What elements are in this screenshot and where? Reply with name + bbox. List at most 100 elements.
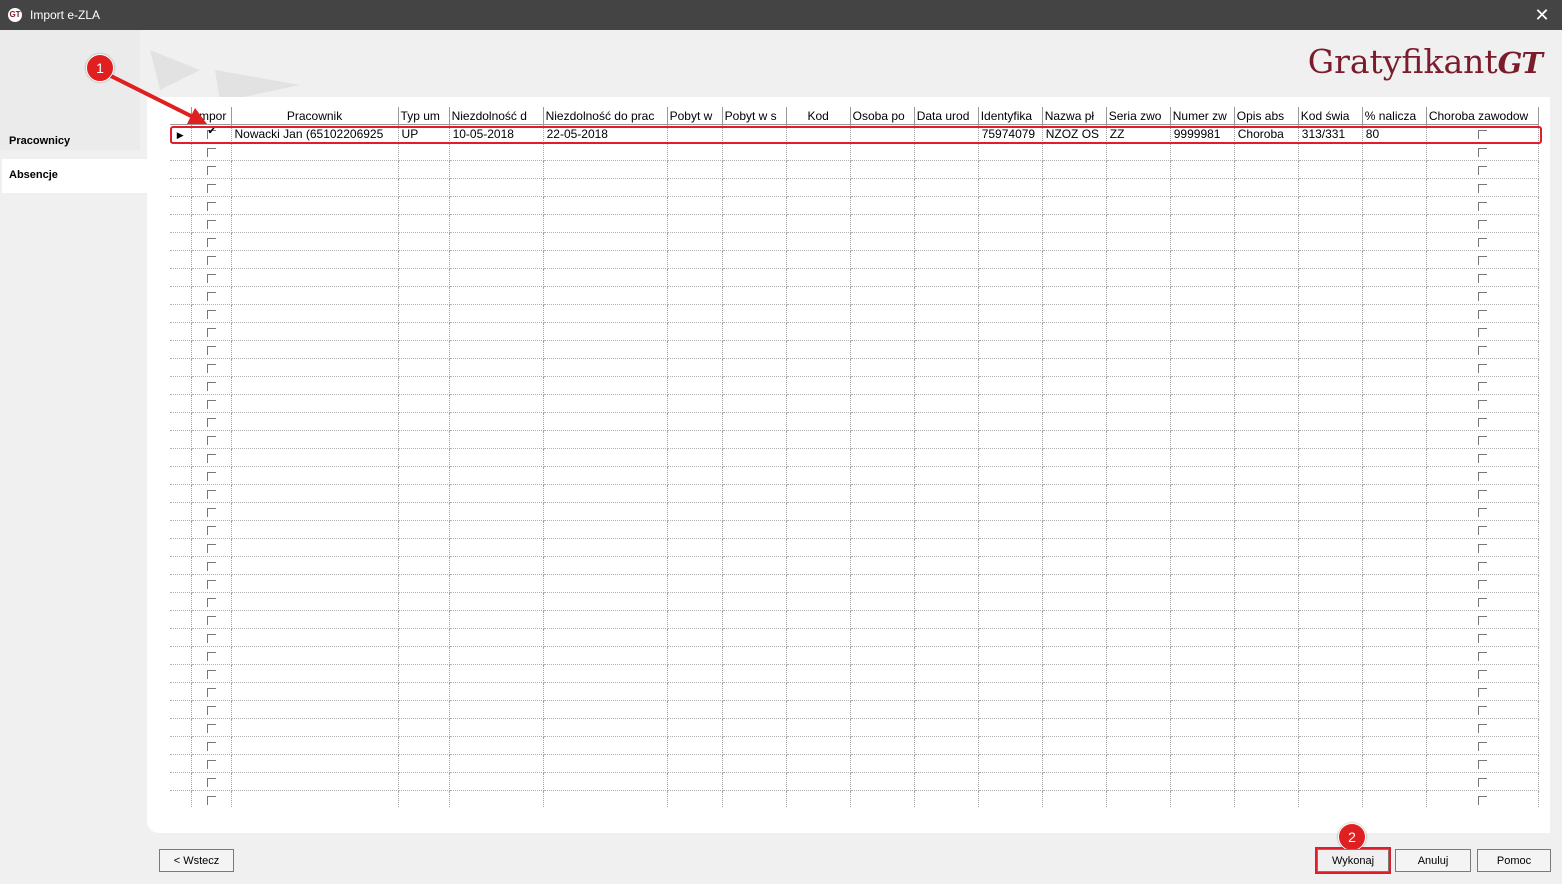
table-cell[interactable]: [786, 232, 851, 251]
table-cell[interactable]: [398, 754, 450, 773]
import-checkbox[interactable]: [206, 327, 216, 337]
table-cell[interactable]: [1298, 736, 1363, 755]
table-cell[interactable]: [398, 484, 450, 503]
choroba-zawodowa-checkbox[interactable]: [1477, 615, 1487, 625]
table-cell[interactable]: [850, 304, 915, 323]
table-cell[interactable]: [914, 394, 979, 413]
col-header-seria[interactable]: Seria zwo: [1106, 107, 1171, 125]
table-cell[interactable]: [1042, 448, 1107, 467]
table-cell[interactable]: [1426, 520, 1539, 539]
table-cell[interactable]: [1234, 538, 1299, 557]
table-cell[interactable]: [1362, 682, 1427, 701]
table-cell[interactable]: [1042, 268, 1107, 287]
table-cell[interactable]: [786, 592, 851, 611]
table-cell[interactable]: [449, 412, 544, 431]
table-cell[interactable]: [1426, 430, 1539, 449]
table-cell[interactable]: [914, 592, 979, 611]
table-cell[interactable]: [191, 682, 232, 701]
table-cell[interactable]: [914, 376, 979, 395]
table-cell[interactable]: [786, 466, 851, 485]
table-cell[interactable]: [914, 520, 979, 539]
table-cell[interactable]: [1106, 772, 1171, 791]
table-cell[interactable]: [850, 250, 915, 269]
table-cell[interactable]: [398, 628, 450, 647]
table-cell[interactable]: [191, 754, 232, 773]
table-cell[interactable]: [191, 340, 232, 359]
table-cell[interactable]: [231, 718, 399, 737]
table-cell[interactable]: [1170, 610, 1235, 629]
table-cell[interactable]: [1170, 718, 1235, 737]
table-cell[interactable]: [978, 574, 1043, 593]
table-cell[interactable]: [398, 610, 450, 629]
table-cell[interactable]: [1042, 556, 1107, 575]
table-cell[interactable]: [1106, 754, 1171, 773]
table-cell[interactable]: [231, 574, 399, 593]
table-row[interactable]: [170, 538, 1539, 557]
table-cell[interactable]: [667, 628, 723, 647]
table-cell[interactable]: [543, 196, 668, 215]
choroba-zawodowa-checkbox[interactable]: [1477, 219, 1487, 229]
cell-pobyt-ws[interactable]: [722, 124, 787, 143]
col-header-typ-umowy[interactable]: Typ um: [398, 107, 450, 125]
table-cell[interactable]: [1426, 754, 1539, 773]
choroba-zawodowa-checkbox[interactable]: [1477, 795, 1487, 805]
table-cell[interactable]: [786, 250, 851, 269]
table-row[interactable]: [170, 178, 1539, 197]
table-cell[interactable]: [914, 430, 979, 449]
table-cell[interactable]: [978, 214, 1043, 233]
table-cell[interactable]: [786, 376, 851, 395]
table-cell[interactable]: [231, 178, 399, 197]
table-cell[interactable]: [914, 268, 979, 287]
table-cell[interactable]: [667, 394, 723, 413]
table-cell[interactable]: [1426, 682, 1539, 701]
table-cell[interactable]: [667, 142, 723, 161]
table-cell[interactable]: [1234, 700, 1299, 719]
import-checkbox[interactable]: [206, 381, 216, 391]
table-cell[interactable]: [1362, 394, 1427, 413]
table-cell[interactable]: [722, 340, 787, 359]
table-cell[interactable]: [543, 430, 668, 449]
table-cell[interactable]: [1042, 250, 1107, 269]
table-cell[interactable]: [667, 160, 723, 179]
table-cell[interactable]: [543, 754, 668, 773]
table-cell[interactable]: [850, 520, 915, 539]
table-cell[interactable]: [978, 664, 1043, 683]
table-cell[interactable]: [1170, 286, 1235, 305]
import-checkbox[interactable]: [206, 633, 216, 643]
table-cell[interactable]: [1362, 430, 1427, 449]
table-cell[interactable]: [231, 214, 399, 233]
table-cell[interactable]: [1234, 772, 1299, 791]
table-cell[interactable]: [398, 682, 450, 701]
table-cell[interactable]: [1170, 430, 1235, 449]
table-cell[interactable]: [850, 664, 915, 683]
table-cell[interactable]: [722, 286, 787, 305]
table-cell[interactable]: [543, 322, 668, 341]
table-cell[interactable]: [978, 286, 1043, 305]
table-cell[interactable]: [978, 160, 1043, 179]
table-cell[interactable]: [1042, 358, 1107, 377]
table-cell[interactable]: [1426, 376, 1539, 395]
table-cell[interactable]: [978, 142, 1043, 161]
table-cell[interactable]: [231, 700, 399, 719]
table-cell[interactable]: [449, 502, 544, 521]
table-cell[interactable]: [786, 718, 851, 737]
table-cell[interactable]: [543, 628, 668, 647]
table-cell[interactable]: [722, 394, 787, 413]
table-cell[interactable]: [722, 322, 787, 341]
table-cell[interactable]: [231, 394, 399, 413]
table-cell[interactable]: [1234, 286, 1299, 305]
choroba-zawodowa-checkbox[interactable]: [1477, 561, 1487, 571]
table-cell[interactable]: [170, 718, 192, 737]
table-cell[interactable]: [1362, 574, 1427, 593]
table-cell[interactable]: [398, 304, 450, 323]
table-cell[interactable]: [978, 448, 1043, 467]
table-cell[interactable]: [850, 232, 915, 251]
table-cell[interactable]: [398, 520, 450, 539]
table-cell[interactable]: [170, 646, 192, 665]
import-checkbox[interactable]: [206, 759, 216, 769]
table-cell[interactable]: [978, 538, 1043, 557]
table-row[interactable]: [170, 394, 1539, 413]
table-cell[interactable]: [398, 178, 450, 197]
table-row[interactable]: [170, 160, 1539, 179]
table-cell[interactable]: [398, 250, 450, 269]
